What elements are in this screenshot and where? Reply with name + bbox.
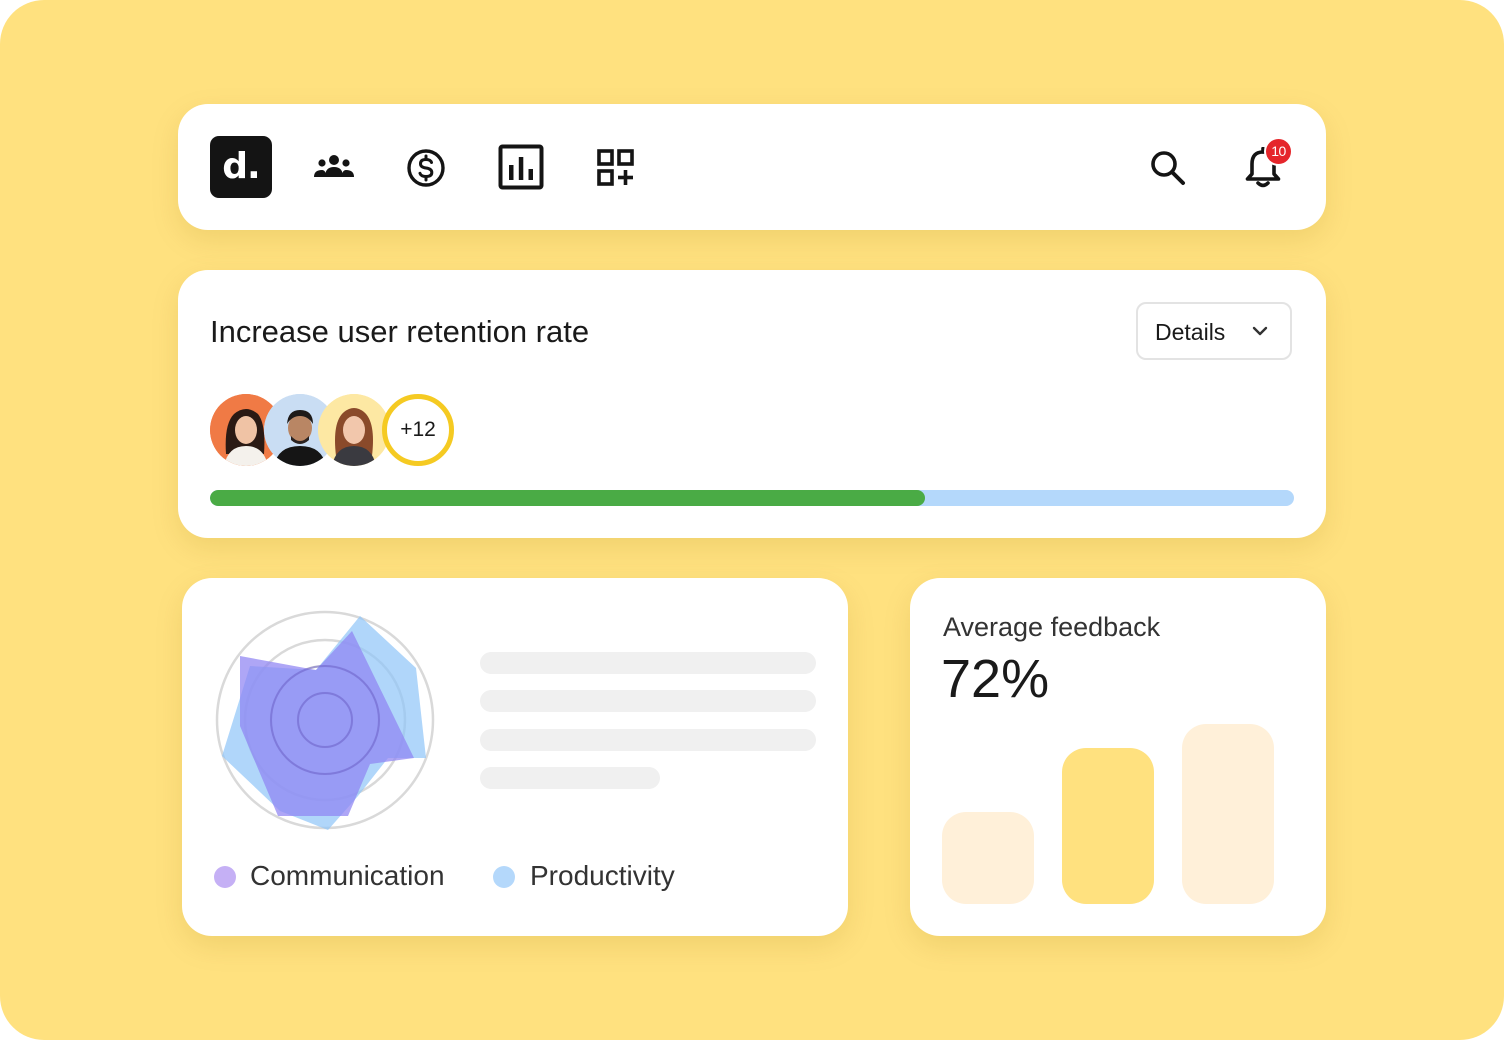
text-placeholder xyxy=(480,767,660,789)
progress-bar-fill xyxy=(210,490,926,506)
chevron-down-icon xyxy=(1252,326,1268,336)
feedback-bar xyxy=(1182,724,1274,904)
dashboard-background: d. 10 Increase user retention rate Detai… xyxy=(0,0,1504,1040)
avatar[interactable] xyxy=(318,394,390,466)
progress-bar xyxy=(210,490,1294,506)
team-icon[interactable] xyxy=(311,152,357,182)
feedback-value: 72% xyxy=(941,649,1050,709)
person-photo-icon xyxy=(318,394,390,466)
text-placeholder xyxy=(480,690,816,712)
feedback-bar xyxy=(942,812,1034,904)
legend-dot-productivity xyxy=(493,866,515,888)
legend-label-productivity: Productivity xyxy=(530,860,675,891)
goal-title: Increase user retention rate xyxy=(210,314,590,349)
radar-chart xyxy=(215,610,435,830)
feedback-title: Average feedback xyxy=(943,612,1161,642)
text-placeholder xyxy=(480,729,816,751)
details-dropdown-button[interactable]: Details xyxy=(1136,302,1292,360)
more-members-badge[interactable]: +12 xyxy=(382,394,454,466)
skills-radar-card: Communication Productivity xyxy=(182,578,848,936)
dollar-icon[interactable] xyxy=(406,148,446,188)
feedback-bar xyxy=(1062,748,1154,904)
legend-dot-communication xyxy=(214,866,236,888)
app-logo[interactable]: d. xyxy=(210,136,272,198)
apps-add-icon[interactable] xyxy=(597,149,635,187)
top-navigation-bar: d. 10 xyxy=(178,104,1326,230)
bar-chart-icon[interactable] xyxy=(498,144,544,190)
notification-badge: 10 xyxy=(1264,137,1293,166)
details-label: Details xyxy=(1155,319,1226,345)
average-feedback-card: Average feedback 72% xyxy=(910,578,1326,936)
legend-label-communication: Communication xyxy=(250,860,445,891)
text-placeholder xyxy=(480,652,816,674)
search-icon[interactable] xyxy=(1149,149,1187,187)
goal-card: Increase user retention rate Details +12 xyxy=(178,270,1326,538)
